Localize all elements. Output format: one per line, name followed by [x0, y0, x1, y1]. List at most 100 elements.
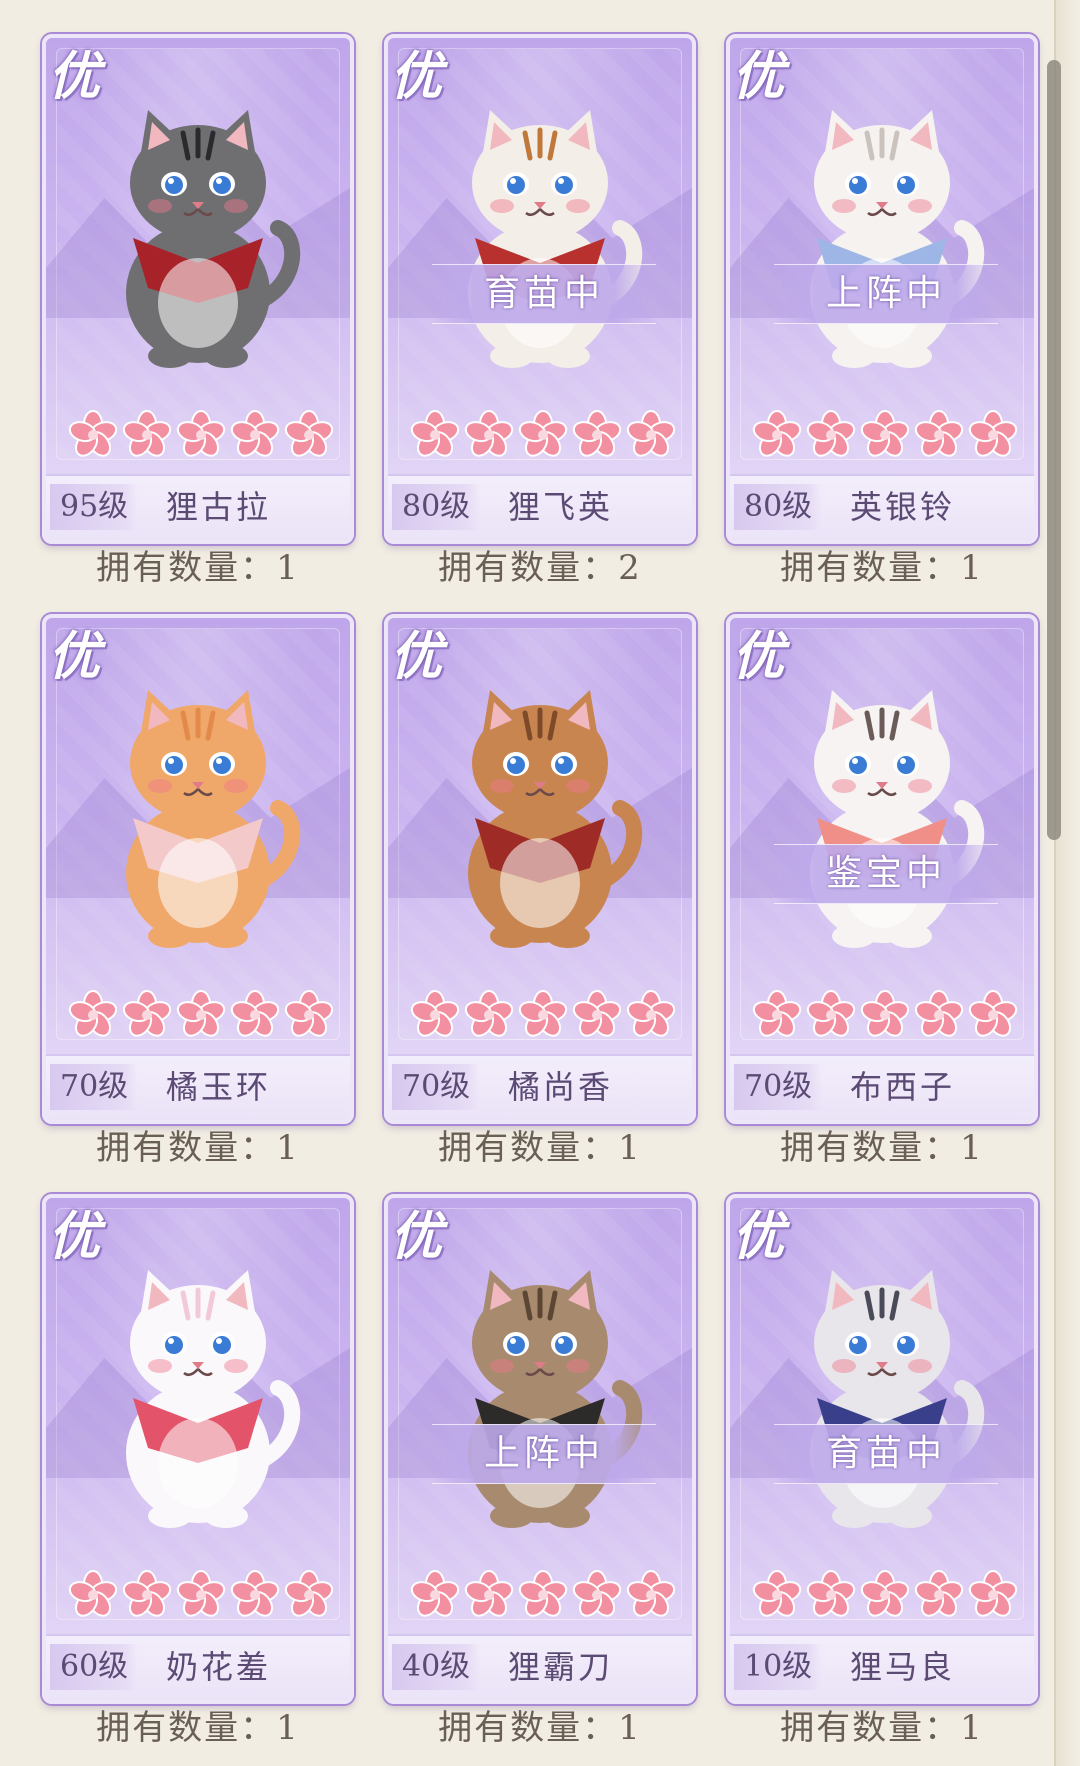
cat-portrait: [468, 1270, 643, 1528]
flower-star-icon: [284, 1570, 334, 1617]
cat-card[interactable]: 优: [726, 34, 1038, 544]
owned-count: 拥有数量：1: [380, 1706, 700, 1750]
cat-portrait: [126, 690, 301, 948]
cat-card-grid: 优 95级 狸古拉 拥有数量：1 优 育苗中 80级 狸飞英 拥有数量：2 优 …: [38, 34, 1042, 1748]
card-namebar: 80级 英银铃: [730, 474, 1034, 540]
cat-level: 40级: [392, 1644, 480, 1690]
cat-name: 布西子: [850, 1068, 956, 1106]
flower-star-icon: [410, 990, 460, 1037]
owned-count-label: 拥有数量：: [438, 1128, 619, 1168]
card-namebar: 70级 布西子: [730, 1054, 1034, 1120]
star-rating: [752, 410, 1018, 460]
cat-name: 橘玉环: [166, 1068, 272, 1106]
flower-star-icon: [176, 1570, 226, 1617]
cat-portrait: [468, 690, 643, 948]
owned-count: 拥有数量：1: [38, 546, 358, 590]
cat-level: 70级: [734, 1064, 822, 1110]
status-banner: 鉴宝中: [774, 844, 998, 904]
flower-star-icon: [464, 990, 514, 1037]
cat-name: 狸飞英: [508, 488, 614, 526]
flower-star-icon: [518, 1570, 568, 1617]
cat-card[interactable]: 优: [42, 614, 354, 1124]
flower-star-icon: [752, 410, 802, 457]
owned-count: 拥有数量：1: [38, 1126, 358, 1170]
flower-star-icon: [410, 1570, 460, 1617]
owned-count-label: 拥有数量：: [96, 1128, 277, 1168]
cat-card[interactable]: 优: [384, 34, 696, 544]
flower-star-icon: [572, 1570, 622, 1617]
flower-star-icon: [68, 410, 118, 457]
cat-level: 70级: [392, 1064, 480, 1110]
cat-card-cell: 优: [722, 1194, 1042, 1748]
flower-star-icon: [68, 1570, 118, 1617]
flower-star-icon: [914, 990, 964, 1037]
cat-card[interactable]: 优: [726, 614, 1038, 1124]
cat-level: 80级: [734, 484, 822, 530]
card-namebar: 70级 橘玉环: [46, 1054, 350, 1120]
flower-star-icon: [176, 990, 226, 1037]
cat-portrait: [468, 110, 643, 368]
owned-count-value: 1: [276, 548, 300, 588]
cat-name: 狸马良: [850, 1648, 956, 1686]
cat-card[interactable]: 优: [42, 34, 354, 544]
owned-count-label: 拥有数量：: [96, 1708, 277, 1748]
cat-card-cell: 优: [722, 34, 1042, 588]
flower-star-icon: [860, 410, 910, 457]
star-rating: [410, 1570, 676, 1620]
flower-star-icon: [122, 990, 172, 1037]
owned-count: 拥有数量：1: [38, 1706, 358, 1750]
star-rating: [410, 990, 676, 1040]
flower-star-icon: [914, 1570, 964, 1617]
cat-portrait: [810, 690, 985, 948]
flower-star-icon: [626, 990, 676, 1037]
status-banner: 上阵中: [774, 264, 998, 324]
cat-card[interactable]: 优: [384, 1194, 696, 1704]
flower-star-icon: [626, 1570, 676, 1617]
cat-level: 95级: [50, 484, 138, 530]
flower-star-icon: [968, 1570, 1018, 1617]
owned-count-label: 拥有数量：: [96, 548, 277, 588]
flower-star-icon: [464, 410, 514, 457]
cat-portrait: [126, 1270, 301, 1528]
owned-count-value: 1: [960, 548, 984, 588]
flower-star-icon: [284, 990, 334, 1037]
star-rating: [752, 990, 1018, 1040]
owned-count-value: 2: [618, 548, 642, 588]
flower-star-icon: [518, 990, 568, 1037]
card-namebar: 80级 狸飞英: [388, 474, 692, 540]
cat-card-cell: 优: [38, 1194, 358, 1748]
flower-star-icon: [572, 990, 622, 1037]
cat-card-cell: 优: [38, 34, 358, 588]
owned-count: 拥有数量：1: [722, 1706, 1042, 1750]
flower-star-icon: [68, 990, 118, 1037]
collection-scroll-area[interactable]: 优 95级 狸古拉 拥有数量：1 优 育苗中 80级 狸飞英 拥有数量：2 优 …: [0, 0, 1060, 1766]
cat-card[interactable]: 优: [726, 1194, 1038, 1704]
status-banner: 上阵中: [432, 1424, 656, 1484]
cat-level: 70级: [50, 1064, 138, 1110]
card-namebar: 95级 狸古拉: [46, 474, 350, 540]
owned-count-value: 1: [618, 1128, 642, 1168]
owned-count: 拥有数量：1: [722, 1126, 1042, 1170]
flower-star-icon: [230, 990, 280, 1037]
cat-card-cell: 优: [380, 614, 700, 1168]
scrollbar[interactable]: [1047, 60, 1061, 840]
flower-star-icon: [230, 1570, 280, 1617]
cat-name: 英银铃: [850, 488, 956, 526]
flower-star-icon: [626, 410, 676, 457]
cat-portrait: [810, 1270, 985, 1528]
owned-count-value: 1: [276, 1128, 300, 1168]
cat-card[interactable]: 优: [384, 614, 696, 1124]
owned-count-value: 1: [618, 1708, 642, 1748]
star-rating: [68, 410, 334, 460]
cat-portrait: [810, 110, 985, 368]
cat-name: 狸霸刀: [508, 1648, 614, 1686]
flower-star-icon: [464, 1570, 514, 1617]
owned-count-label: 拥有数量：: [780, 1128, 961, 1168]
flower-star-icon: [806, 410, 856, 457]
owned-count-value: 1: [276, 1708, 300, 1748]
cat-level: 10级: [734, 1644, 822, 1690]
cat-card-cell: 优: [380, 34, 700, 588]
flower-star-icon: [410, 410, 460, 457]
cat-card[interactable]: 优: [42, 1194, 354, 1704]
owned-count-label: 拥有数量：: [780, 548, 961, 588]
